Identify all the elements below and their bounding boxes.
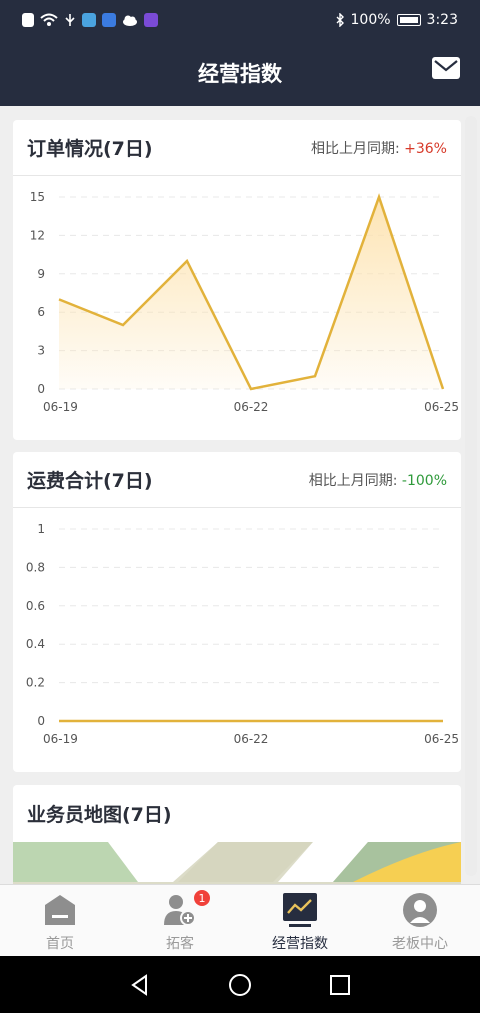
status-icons-right: 100% 3:23 bbox=[335, 12, 458, 28]
boss-center-icon bbox=[403, 893, 437, 927]
salesman-map-card: 业务员地图(7日) bbox=[13, 785, 461, 884]
customers-badge: 1 bbox=[194, 890, 210, 906]
app-icon bbox=[144, 13, 158, 27]
battery-icon bbox=[396, 14, 421, 26]
clock: 3:23 bbox=[426, 12, 458, 28]
y-tick-label: 0.4 bbox=[26, 637, 45, 651]
y-tick-label: 15 bbox=[30, 190, 45, 204]
salesman-map[interactable] bbox=[13, 842, 461, 884]
y-tick-label: 6 bbox=[37, 305, 45, 319]
mail-icon bbox=[434, 60, 458, 72]
scrollbar[interactable] bbox=[465, 116, 477, 876]
x-tick-label: 06-25 bbox=[424, 400, 459, 414]
y-tick-label: 12 bbox=[30, 228, 45, 242]
tab-home-label: 首页 bbox=[46, 936, 74, 952]
freight-compare-value: -100% bbox=[401, 472, 447, 489]
freight-card: 运费合计(7日) 相比上月同期: -100% 0 0.2 0.4 0.6 0.8 1 06-… bbox=[13, 452, 461, 772]
x-tick-label: 06-25 bbox=[424, 732, 459, 746]
tab-home[interactable]: 首页 bbox=[0, 885, 120, 956]
y-tick-label: 0.2 bbox=[26, 676, 45, 690]
status-bar: 100% 3:23 bbox=[0, 0, 480, 40]
tab-business-index-label: 经营指数 bbox=[272, 936, 328, 952]
freight-compare: 相比上月同期: -100% bbox=[309, 470, 447, 490]
trend-chart-icon bbox=[283, 893, 317, 927]
orders-chart: 0 3 6 9 12 15 06-19 06-22 06-25 bbox=[30, 190, 459, 414]
freight-compare-label: 相比上月同期: bbox=[308, 472, 398, 489]
tab-boss-center-label: 老板中心 bbox=[392, 936, 448, 952]
y-tick-label: 0 bbox=[37, 714, 45, 728]
x-tick-label: 06-19 bbox=[43, 732, 78, 746]
battery-percent: 100% bbox=[350, 12, 391, 28]
map-tiles bbox=[13, 842, 461, 884]
message-button[interactable] bbox=[432, 57, 460, 79]
map-app-icon bbox=[82, 13, 96, 27]
freight-card-title: 运费合计(7日) bbox=[27, 470, 153, 492]
y-tick-label: 0 bbox=[37, 382, 45, 396]
home-circle-icon[interactable] bbox=[228, 973, 252, 997]
freight-card-header: 运费合计(7日) 相比上月同期: -100% bbox=[13, 452, 461, 508]
series-area bbox=[59, 197, 443, 389]
freight-chart: 0 0.2 0.4 0.6 0.8 1 06-19 06-22 06-25 bbox=[26, 522, 459, 746]
x-tick-label: 06-22 bbox=[234, 400, 269, 414]
x-tick-label: 06-22 bbox=[234, 732, 269, 746]
y-tick-label: 3 bbox=[37, 344, 45, 358]
bluetooth-icon bbox=[336, 13, 344, 27]
y-tick-label: 9 bbox=[37, 267, 45, 281]
back-icon[interactable] bbox=[128, 973, 152, 997]
x-tick-label: 06-19 bbox=[43, 400, 78, 414]
orders-card-title: 订单情况(7日) bbox=[27, 138, 153, 160]
salesman-map-title: 业务员地图(7日) bbox=[27, 803, 172, 826]
recents-icon[interactable] bbox=[328, 973, 352, 997]
status-icons-left bbox=[22, 13, 158, 27]
y-tick-label: 0.6 bbox=[26, 599, 45, 613]
orders-card: 订单情况(7日) 相比上月同期: +36% 0 3 6 9 12 15 06-19 06-22… bbox=[13, 120, 461, 440]
orders-compare: 相比上月同期: +36% bbox=[311, 138, 447, 158]
tab-boss-center[interactable]: 老板中心 bbox=[360, 885, 480, 956]
cloud-icon bbox=[123, 15, 137, 26]
bottom-tab-bar: 首页 1 拓客 经营指数 老板中心 bbox=[0, 884, 480, 956]
y-tick-label: 0.8 bbox=[26, 560, 45, 574]
tab-business-index[interactable]: 经营指数 bbox=[240, 885, 360, 956]
main-content[interactable]: 订单情况(7日) 相比上月同期: +36% 0 3 6 9 12 15 06-19 06-22… bbox=[0, 106, 480, 884]
tab-customers-label: 拓客 bbox=[166, 936, 194, 952]
usb-icon bbox=[65, 14, 75, 26]
notification-icon bbox=[22, 13, 34, 27]
app-header: 经营指数 bbox=[0, 40, 480, 106]
orders-compare-label: 相比上月同期: bbox=[310, 140, 400, 157]
tab-customers[interactable]: 1 拓客 bbox=[120, 885, 240, 956]
add-customer-icon bbox=[164, 895, 196, 926]
page-title: 经营指数 bbox=[198, 62, 282, 86]
orders-card-header: 订单情况(7日) 相比上月同期: +36% bbox=[13, 120, 461, 176]
home-icon bbox=[45, 895, 75, 925]
salesman-map-header: 业务员地图(7日) bbox=[13, 785, 461, 841]
wifi-icon bbox=[40, 13, 58, 26]
system-navigation-bar bbox=[0, 956, 480, 1013]
y-tick-label: 1 bbox=[37, 522, 45, 536]
orders-compare-value: +36% bbox=[404, 140, 447, 157]
baidu-app-icon bbox=[102, 13, 116, 27]
